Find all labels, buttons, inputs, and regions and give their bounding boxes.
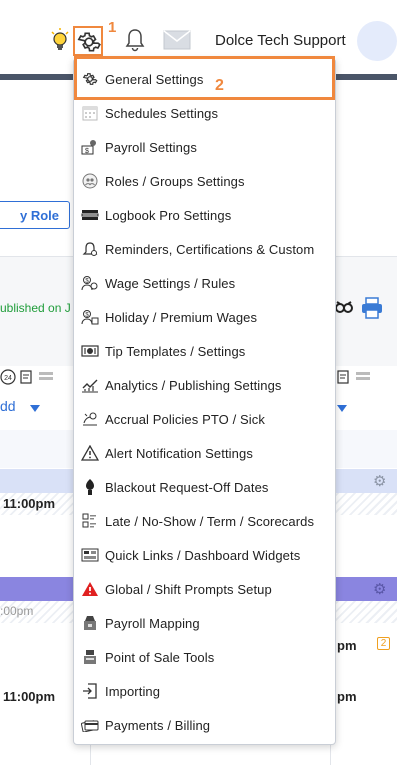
count-badge: 2 — [377, 637, 390, 650]
gear-icon[interactable]: ⚙ — [373, 472, 386, 490]
menu-item-label: Blackout Request-Off Dates — [105, 479, 269, 495]
reminder-bell-icon — [81, 240, 99, 258]
header-action-icons — [334, 297, 384, 319]
note-edit-icon[interactable] — [19, 369, 35, 385]
menu-item-label: Tip Templates / Settings — [105, 343, 246, 359]
shift-time[interactable]: pm — [337, 638, 357, 653]
logbook-icon — [81, 206, 99, 224]
gear-icon — [81, 70, 99, 88]
wage-icon: $ — [81, 274, 99, 292]
pos-icon — [81, 648, 99, 666]
menu-item-alert-notification[interactable]: Alert Notification Settings — [74, 436, 335, 470]
menu-item-roles-groups-settings[interactable]: Roles / Groups Settings — [74, 164, 335, 198]
mail-icon[interactable] — [162, 26, 192, 54]
menu-item-label: Point of Sale Tools — [105, 649, 215, 665]
roles-icon — [81, 172, 99, 190]
menu-item-payroll-mapping[interactable]: Payroll Mapping — [74, 606, 335, 640]
menu-item-payroll-settings[interactable]: $ Payroll Settings — [74, 130, 335, 164]
shift-time[interactable]: 11:00pm — [3, 689, 55, 704]
menu-item-general-settings[interactable]: General Settings — [74, 62, 335, 96]
menu-item-reminders[interactable]: Reminders, Certifications & Custom — [74, 232, 335, 266]
gear-icon — [77, 32, 101, 52]
menu-item-accrual-policies[interactable]: Accrual Policies PTO / Sick — [74, 402, 335, 436]
page: 1 Dolce Tech Support y Role ublished on … — [0, 0, 397, 765]
day-icon-row-right — [336, 369, 371, 385]
menu-item-late-no-show[interactable]: Late / No-Show / Term / Scorecards — [74, 504, 335, 538]
blackout-icon — [81, 478, 99, 496]
scorecard-icon — [81, 512, 99, 530]
warning-red-icon — [81, 580, 99, 598]
settings-gear-button[interactable] — [73, 26, 103, 56]
chevron-down-icon[interactable] — [337, 405, 347, 412]
menu-item-label: Accrual Policies PTO / Sick — [105, 411, 265, 427]
holiday-wage-icon: $ — [81, 308, 99, 326]
menu-item-label: Holiday / Premium Wages — [105, 309, 258, 325]
accrual-icon — [81, 410, 99, 428]
menu-item-point-of-sale[interactable]: Point of Sale Tools — [74, 640, 335, 674]
menu-item-label: Wage Settings / Rules — [105, 275, 236, 291]
menu-item-label: Schedules Settings — [105, 105, 219, 121]
chevron-down-icon[interactable] — [30, 405, 40, 412]
menu-item-analytics-publishing[interactable]: Analytics / Publishing Settings — [74, 368, 335, 402]
annotation-number-1: 1 — [108, 19, 117, 36]
menu-item-logbook-pro-settings[interactable]: Logbook Pro Settings — [74, 198, 335, 232]
svg-text:$: $ — [85, 148, 89, 155]
note-edit-icon[interactable] — [336, 369, 352, 385]
menu-item-payments-billing[interactable]: Payments / Billing — [74, 708, 335, 742]
menu-item-label: Alert Notification Settings — [105, 445, 253, 461]
settings-dropdown-menu: General Settings Schedules Settings $ Pa… — [73, 58, 336, 745]
menu-item-importing[interactable]: Importing — [74, 674, 335, 708]
import-icon — [81, 682, 99, 700]
shift-time[interactable]: pm — [337, 689, 357, 704]
menu-item-wage-settings[interactable]: $ Wage Settings / Rules — [74, 266, 335, 300]
menu-item-label: Payroll Mapping — [105, 615, 200, 631]
lightbulb-icon[interactable] — [46, 26, 74, 54]
avatar[interactable] — [357, 21, 397, 61]
menu-item-label: Importing — [105, 683, 161, 699]
menu-item-blackout-dates[interactable]: Blackout Request-Off Dates — [74, 470, 335, 504]
menu-item-quick-links[interactable]: Quick Links / Dashboard Widgets — [74, 538, 335, 572]
menu-item-label: Roles / Groups Settings — [105, 173, 245, 189]
user-name[interactable]: Dolce Tech Support — [215, 32, 346, 49]
svg-text:24: 24 — [4, 375, 12, 382]
annotation-number-2: 2 — [215, 77, 224, 94]
menu-item-tip-templates[interactable]: Tip Templates / Settings — [74, 334, 335, 368]
add-shift-link[interactable]: dd — [0, 398, 16, 414]
tip-icon — [81, 342, 99, 360]
bell-icon[interactable] — [121, 26, 149, 54]
add-role-button[interactable]: y Role — [0, 201, 70, 229]
calendar-icon — [81, 104, 99, 122]
analytics-icon — [81, 376, 99, 394]
menu-item-holiday-premium-wages[interactable]: $ Holiday / Premium Wages — [74, 300, 335, 334]
menu-item-label: Payroll Settings — [105, 139, 197, 155]
owl-icon[interactable] — [334, 298, 354, 318]
menu-item-label: Quick Links / Dashboard Widgets — [105, 547, 301, 563]
payroll-icon: $ — [81, 138, 99, 156]
menu-item-label: Reminders, Certifications & Custom — [105, 241, 315, 257]
payroll-mapping-icon — [81, 614, 99, 632]
shift-time-faint: :00pm — [0, 604, 34, 618]
menu-item-label: Analytics / Publishing Settings — [105, 377, 282, 393]
menu-item-label: Global / Shift Prompts Setup — [105, 581, 272, 597]
shift-time[interactable]: 11:00pm — [3, 496, 55, 511]
published-status: ublished on J — [0, 301, 71, 315]
menu-item-schedules-settings[interactable]: Schedules Settings — [74, 96, 335, 130]
menu-item-label: Payments / Billing — [105, 717, 211, 733]
list-icon[interactable] — [355, 369, 371, 385]
print-icon[interactable] — [360, 297, 384, 319]
menu-item-label: Late / No-Show / Term / Scorecards — [105, 513, 315, 529]
alert-triangle-icon — [81, 444, 99, 462]
menu-item-label: Logbook Pro Settings — [105, 207, 232, 223]
menu-item-global-shift-prompts[interactable]: Global / Shift Prompts Setup — [74, 572, 335, 606]
quick-links-icon — [81, 546, 99, 564]
clock-24-icon[interactable]: 24 — [0, 369, 16, 385]
payments-icon — [81, 716, 99, 734]
gear-icon[interactable]: ⚙ — [373, 580, 386, 598]
menu-item-label: General Settings — [105, 71, 204, 87]
day-icon-row-left: 24 — [0, 369, 54, 385]
list-icon[interactable] — [38, 369, 54, 385]
